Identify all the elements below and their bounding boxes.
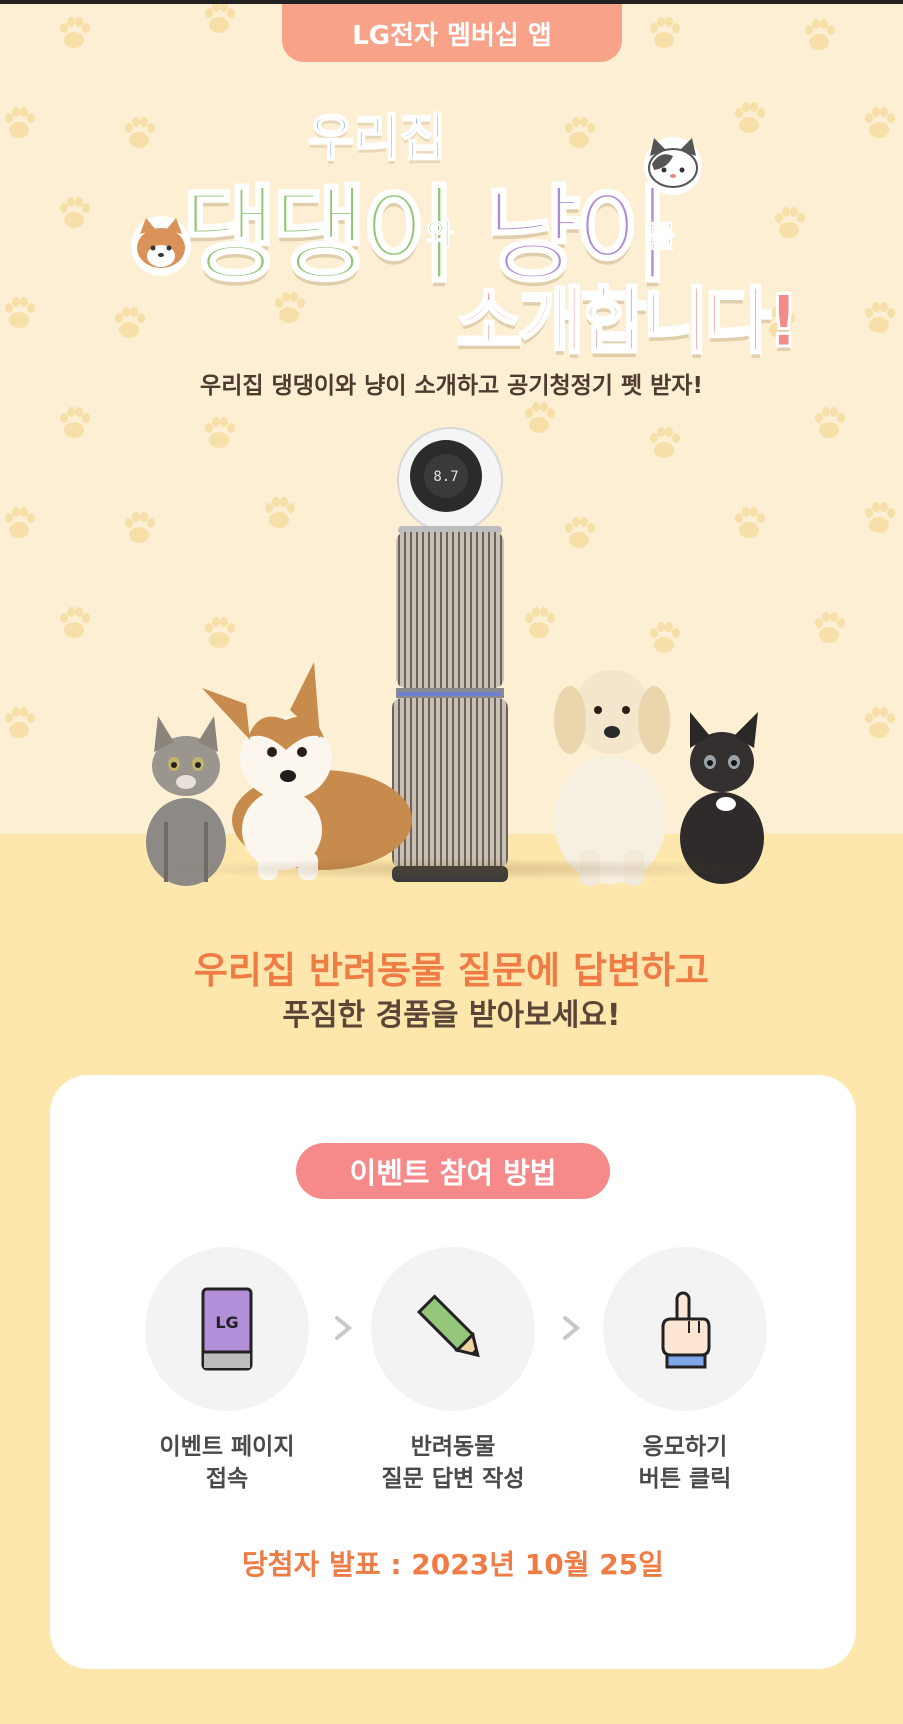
purifier-display-text: 8.7: [433, 469, 458, 485]
lg-logo-text: LG: [215, 1313, 238, 1332]
step-2-line2: 질문 답변 작성: [381, 1466, 525, 1492]
chevron-right-icon: [335, 1316, 353, 1340]
corgi-puppy-image: [202, 662, 412, 880]
title-introduce: 소개합니다!: [454, 278, 801, 365]
step-3-line1: 응모하기: [642, 1434, 728, 1460]
lg-phone-icon: LG: [201, 1287, 253, 1371]
cat-sticker-icon: [644, 137, 702, 195]
step-3-line2: 버튼 클릭: [638, 1466, 732, 1492]
question-heading: 우리집 반려동물 질문에 답변하고: [193, 949, 710, 992]
title-and: 와: [426, 218, 455, 254]
winner-announcement: 당첨자 발표 : 2023년 10월 25일: [242, 1548, 664, 1581]
membership-app-tab[interactable]: LG전자 멤버십 앱: [282, 4, 622, 62]
ground-shadow: [150, 858, 780, 880]
hero-subtitle: 우리집 댕댕이와 냥이 소개하고 공기청정기 펫 받자!: [200, 373, 703, 399]
step-1-line1: 이벤트 페이지: [159, 1434, 295, 1460]
chevron-right-icon: [563, 1316, 581, 1340]
step-2-circle: [371, 1247, 535, 1411]
pencil-icon: [416, 1294, 480, 1358]
step-3-label: 응모하기 버튼 클릭: [565, 1431, 805, 1495]
step-2-label: 반려동물 질문 답변 작성: [333, 1431, 573, 1495]
golden-puppy-image: [554, 670, 670, 886]
question-subheading: 푸짐한 경품을 받아보세요!: [282, 998, 621, 1033]
event-card: 이벤트 참여 방법 LG 이벤트 페이지 접속 반려동물 질문 답변 작성 응모…: [50, 1075, 856, 1669]
shiba-sticker-icon: [131, 216, 191, 276]
step-1-circle: LG: [145, 1247, 309, 1411]
step-3-circle: [603, 1247, 767, 1411]
title-doggy: 댕댕이: [180, 173, 458, 298]
step-1-label: 이벤트 페이지 접속: [107, 1431, 347, 1495]
step-2-line1: 반려동물: [410, 1434, 496, 1460]
pointing-hand-icon: [661, 1291, 711, 1369]
event-method-pill: 이벤트 참여 방법: [296, 1143, 610, 1199]
title-particle: 를: [648, 220, 677, 256]
step-1-line2: 접속: [205, 1466, 249, 1492]
